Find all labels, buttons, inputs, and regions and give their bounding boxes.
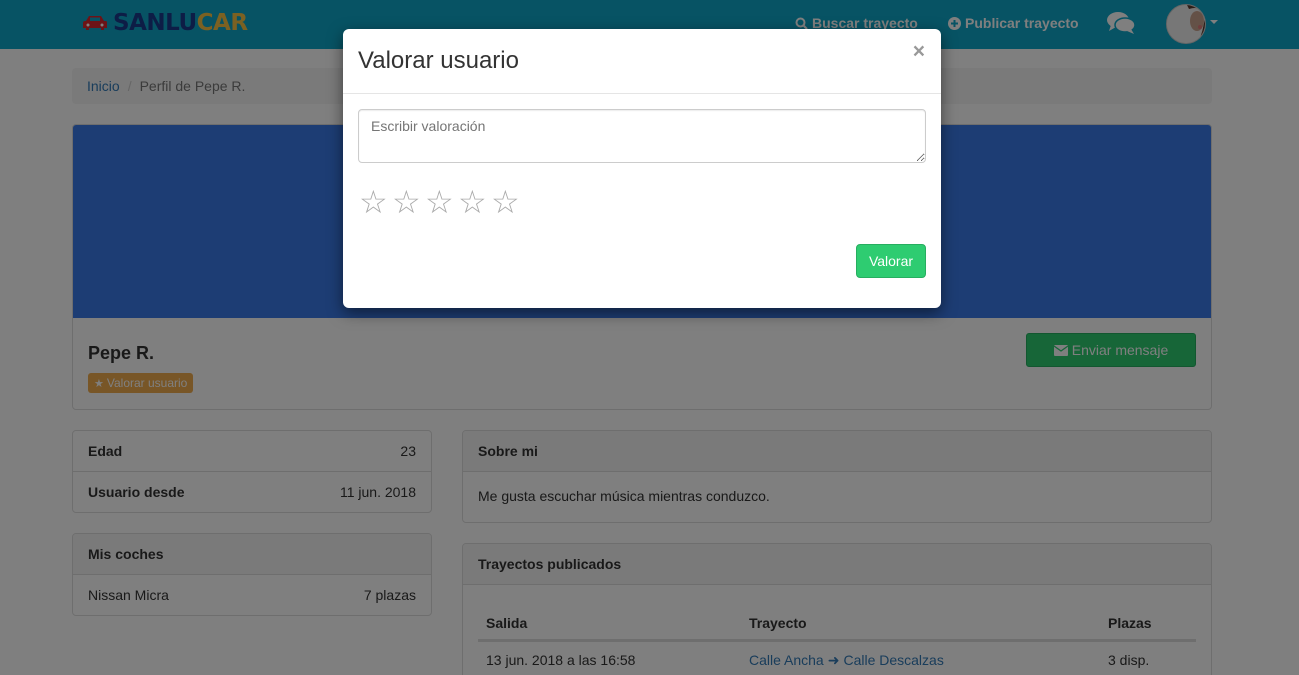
star-outline-icon[interactable]: ☆: [359, 186, 392, 218]
star-outline-icon[interactable]: ☆: [491, 186, 524, 218]
modal-title: Valorar usuario: [358, 47, 519, 74]
star-rating[interactable]: ☆ ☆ ☆ ☆ ☆: [359, 186, 524, 218]
star-outline-icon[interactable]: ☆: [392, 186, 425, 218]
review-textarea[interactable]: [358, 109, 926, 163]
rate-user-modal: Valorar usuario × ☆ ☆ ☆ ☆ ☆ Valorar: [343, 29, 941, 308]
close-icon[interactable]: ×: [913, 41, 925, 62]
star-outline-icon[interactable]: ☆: [458, 186, 491, 218]
star-outline-icon[interactable]: ☆: [425, 186, 458, 218]
modal-header: Valorar usuario ×: [343, 29, 941, 94]
submit-rating-button[interactable]: Valorar: [856, 244, 926, 278]
